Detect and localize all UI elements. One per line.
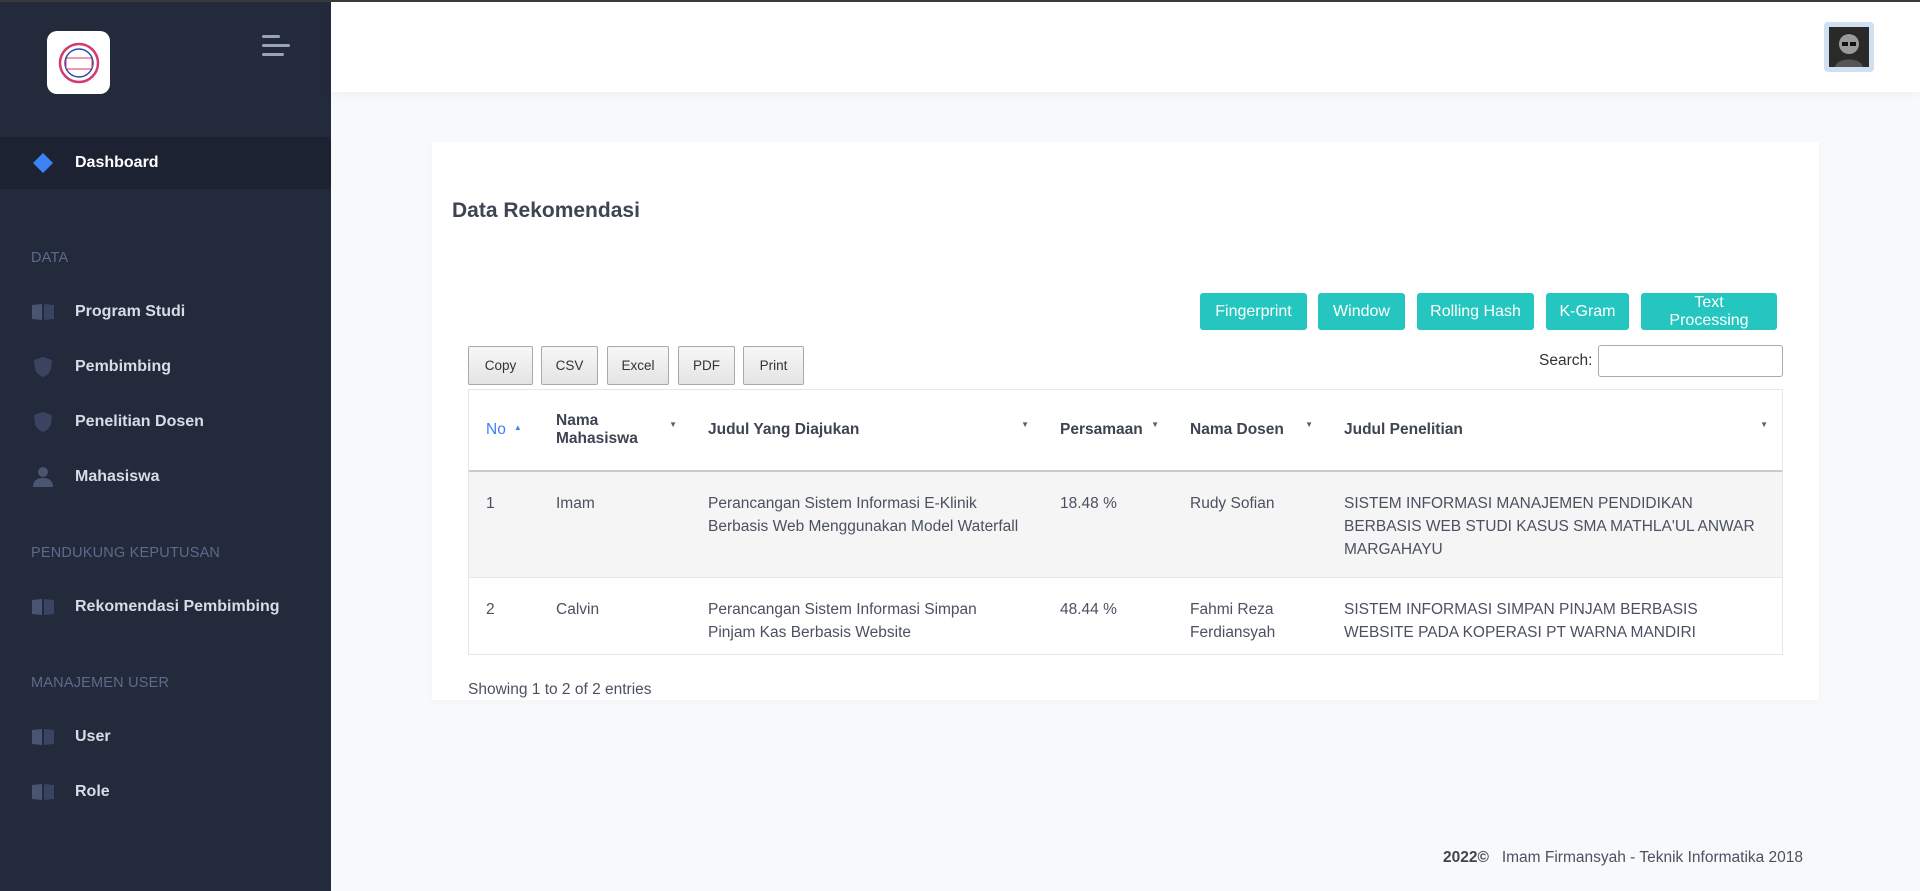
section-label-data: DATA [31, 250, 69, 266]
cell-nama-dosen: Fahmi Reza Ferdiansyah [1190, 601, 1276, 641]
app-logo[interactable] [47, 31, 110, 94]
book-icon [31, 780, 55, 804]
page-title: Data Rekomendasi [452, 199, 640, 222]
sidebar-item-label: Dashboard [75, 154, 159, 171]
column-header-persamaan[interactable]: Persamaan ▼ [1043, 390, 1173, 472]
text-processing-button[interactable]: Text Processing [1641, 293, 1777, 330]
csv-button[interactable]: CSV [541, 346, 598, 385]
column-header-no[interactable]: No ▲ [469, 390, 539, 472]
rolling-hash-button[interactable]: Rolling Hash [1417, 293, 1534, 330]
sidebar-item-penelitian-dosen[interactable]: Penelitian Dosen [0, 396, 331, 448]
sidebar-item-dashboard[interactable]: Dashboard [0, 137, 331, 189]
cell-persamaan: 48.44 % [1060, 601, 1117, 618]
excel-button[interactable]: Excel [607, 346, 669, 385]
sidebar-item-label: Role [75, 783, 110, 800]
sidebar-item-program-studi[interactable]: Program Studi [0, 286, 331, 338]
copy-button[interactable]: Copy [468, 346, 533, 385]
window-top-border [0, 0, 1920, 2]
sidebar-item-role[interactable]: Role [0, 766, 331, 818]
sort-icon: ▼ [1760, 420, 1768, 429]
sort-asc-icon: ▲ [513, 423, 522, 432]
sort-icon: ▼ [1151, 420, 1159, 429]
book-icon [31, 595, 55, 619]
sidebar-item-label: Mahasiswa [75, 468, 160, 485]
pdf-button[interactable]: PDF [678, 346, 735, 385]
book-icon [31, 300, 55, 324]
cell-nama-dosen: Rudy Sofian [1173, 471, 1327, 578]
footer-text: Imam Firmansyah - Teknik Informatika 201… [1501, 849, 1804, 866]
table-row: 1 Imam Perancangan Sistem Informasi E-Kl… [469, 471, 1782, 578]
k-gram-button[interactable]: K-Gram [1546, 293, 1629, 330]
sidebar-item-label: Penelitian Dosen [75, 413, 204, 430]
cell-no: 1 [469, 471, 539, 578]
sidebar-item-label: Rekomendasi Pembimbing [75, 598, 280, 615]
cell-judul-penelitian: SISTEM INFORMASI MANAJEMEN PENDIDIKAN BE… [1327, 471, 1782, 578]
avatar[interactable] [1824, 22, 1874, 72]
menu-toggle-icon[interactable] [262, 33, 292, 59]
window-button[interactable]: Window [1318, 293, 1405, 330]
print-button[interactable]: Print [743, 346, 804, 385]
sidebar-item-mahasiswa[interactable]: Mahasiswa [0, 451, 331, 503]
footer: 2022© Imam Firmansyah - Teknik Informati… [1443, 849, 1803, 867]
search-input[interactable] [1598, 345, 1783, 377]
recommendation-table: No ▲ Nama Mahasiswa ▼ Judul Yang Diajukan ▼… [468, 389, 1783, 655]
cell-no: 2 [486, 601, 495, 618]
column-header-judul-diajukan[interactable]: Judul Yang Diajukan ▼ [691, 390, 1043, 472]
cell-nama-mahasiswa: Calvin [556, 601, 600, 618]
cell-judul-penelitian: SISTEM INFORMASI SIMPAN PINJAM BERBASIS … [1344, 601, 1698, 641]
section-label-manajemen: MANAJEMEN USER [31, 675, 170, 691]
logo-icon [58, 42, 99, 83]
top-header [331, 2, 1920, 92]
fingerprint-button[interactable]: Fingerprint [1200, 293, 1307, 330]
sidebar-item-label: Program Studi [75, 303, 186, 320]
sidebar-item-label: User [75, 728, 111, 745]
user-icon [31, 465, 55, 489]
sidebar-item-pembimbing[interactable]: Pembimbing [0, 341, 331, 393]
user-avatar-icon [1829, 27, 1869, 67]
sort-icon: ▼ [669, 420, 677, 429]
cell-nama-mahasiswa: Imam [539, 471, 691, 578]
column-header-judul-penelitian[interactable]: Judul Penelitian ▼ [1327, 390, 1782, 472]
book-icon [31, 725, 55, 749]
search-label: Search: [1539, 352, 1593, 369]
table-header-row: No ▲ Nama Mahasiswa ▼ Judul Yang Diajukan ▼… [469, 390, 1782, 472]
sort-icon: ▼ [1021, 420, 1029, 429]
sort-icon: ▼ [1305, 420, 1313, 429]
cell-persamaan: 18.48 % [1043, 471, 1173, 578]
shield-icon [31, 410, 55, 434]
table-row: 2 Calvin Perancangan Sistem Informasi Si… [469, 578, 1782, 661]
sidebar: Dashboard DATA Program Studi Pembimbing … [0, 0, 331, 891]
sidebar-item-label: Pembimbing [75, 358, 172, 375]
table-info: Showing 1 to 2 of 2 entries [468, 681, 652, 698]
cell-judul-diajukan: Perancangan Sistem Informasi Simpan Pinj… [708, 601, 977, 641]
cell-judul-diajukan: Perancangan Sistem Informasi E-Klinik Be… [691, 471, 1043, 578]
footer-year: 2022© [1443, 849, 1489, 866]
shield-icon [31, 355, 55, 379]
section-label-pendukung: PENDUKUNG KEPUTUSAN [31, 545, 221, 561]
sidebar-item-rekomendasi-pembimbing[interactable]: Rekomendasi Pembimbing [0, 581, 331, 633]
column-header-nama-dosen[interactable]: Nama Dosen ▼ [1173, 390, 1327, 472]
layers-icon [31, 151, 55, 175]
sidebar-item-user[interactable]: User [0, 711, 331, 763]
column-header-nama-mahasiswa[interactable]: Nama Mahasiswa ▼ [539, 390, 691, 472]
